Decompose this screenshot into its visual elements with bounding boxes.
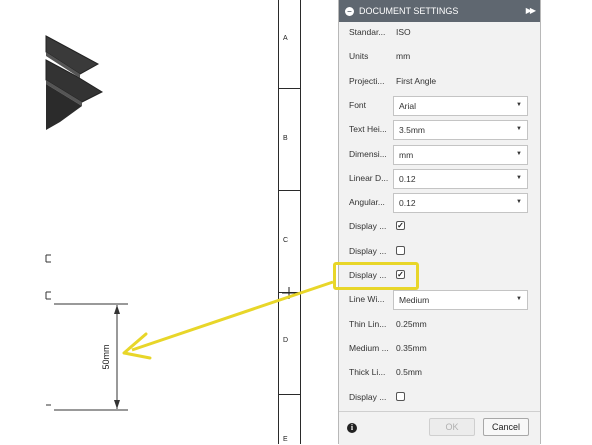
caret-down-icon: ▼: [516, 101, 522, 108]
panel-footer: i OK Cancel: [339, 411, 540, 445]
dropdown-value: Medium: [399, 295, 430, 306]
sheet-border-outer: [300, 0, 301, 444]
setting-label: Units: [349, 51, 369, 62]
setting-value: ISO: [396, 27, 411, 37]
center-mark: [282, 287, 302, 299]
caret-down-icon: ▼: [516, 150, 522, 157]
setting-checkbox[interactable]: [396, 245, 405, 255]
settings-row: Linear D... 0.12 ▼: [349, 168, 533, 189]
checkmark-icon: ✓: [397, 221, 404, 231]
dropdown-value: 0.12: [399, 173, 416, 184]
dropdown-value: 0.12: [399, 198, 416, 209]
setting-dropdown[interactable]: Arial ▼: [393, 95, 528, 116]
setting-label: Line Wi...: [349, 294, 385, 305]
setting-dropdown[interactable]: 0.12 ▼: [393, 193, 528, 214]
dropdown-value: Arial: [399, 100, 417, 111]
collapse-icon[interactable]: –: [345, 6, 354, 16]
settings-row: Projecti... First Angle: [349, 72, 533, 92]
settings-row: Standar... ISO: [349, 23, 533, 43]
model-view: [45, 35, 104, 130]
dropdown-value: 3.5mm: [399, 125, 425, 136]
settings-row: Thin Lin... 0.25mm: [349, 315, 533, 335]
caret-down-icon: ▼: [516, 296, 522, 303]
caret-down-icon: ▼: [516, 126, 522, 133]
dropdown-value: mm: [399, 149, 414, 160]
setting-label: Dimensi...: [349, 148, 387, 159]
zone-label-d: D: [283, 337, 289, 344]
setting-label: Font: [349, 99, 367, 110]
setting-value: 0.35mm: [396, 342, 427, 353]
setting-label: Projecti...: [349, 75, 385, 86]
caret-down-icon: ▼: [516, 199, 522, 206]
panel-title: DOCUMENT SETTINGS: [359, 6, 459, 16]
setting-value: mm: [396, 51, 411, 62]
setting-label: Thick Li...: [349, 367, 386, 378]
zone-label-b: B: [283, 135, 288, 142]
setting-dropdown[interactable]: mm ▼: [393, 144, 528, 165]
settings-row: Display ...: [349, 388, 533, 408]
settings-row: Text Hei... 3.5mm ▼: [349, 120, 533, 141]
zone-label-c: C: [283, 237, 289, 244]
setting-dropdown[interactable]: 0.12 ▼: [393, 168, 528, 189]
setting-dropdown[interactable]: 3.5mm ▼: [393, 120, 528, 141]
right-margin: [541, 0, 592, 444]
setting-value: 0.25mm: [396, 318, 427, 329]
settings-row: Angular... 0.12 ▼: [349, 193, 533, 214]
setting-checkbox[interactable]: ✓: [396, 221, 405, 231]
setting-checkbox[interactable]: [396, 391, 405, 401]
zone-tick: [278, 88, 300, 89]
setting-label: Angular...: [349, 197, 385, 208]
settings-row: Display ... ✓: [349, 217, 533, 237]
settings-row: Medium ... 0.35mm: [349, 339, 533, 359]
zone-label-a: A: [283, 35, 288, 42]
setting-dropdown[interactable]: Medium ▼: [393, 290, 528, 311]
ok-button[interactable]: OK: [429, 418, 475, 436]
highlight-box: [333, 262, 419, 290]
setting-label: Display ...: [349, 391, 387, 402]
setting-label: Text Hei...: [349, 124, 387, 135]
caret-down-icon: ▼: [516, 174, 522, 181]
setting-label: Standar...: [349, 27, 386, 37]
double-chevron-right-icon[interactable]: ▶▶: [526, 6, 536, 15]
settings-row: Display ...: [349, 242, 533, 262]
setting-label: Display ...: [349, 221, 387, 232]
panel-header[interactable]: – DOCUMENT SETTINGS ▶▶: [339, 0, 540, 22]
dimension-text: 50mm: [101, 344, 111, 370]
setting-value: First Angle: [396, 75, 437, 86]
cancel-button[interactable]: Cancel: [483, 418, 529, 436]
settings-row: Font Arial ▼: [349, 95, 533, 116]
setting-value: 0.5mm: [396, 367, 422, 378]
sheet-border-inner: [278, 0, 279, 444]
zone-tick: [278, 394, 300, 395]
dimension-50mm: [54, 303, 128, 411]
settings-row: Line Wi... Medium ▼: [349, 290, 533, 311]
settings-row: Thick Li... 0.5mm: [349, 363, 533, 383]
setting-label: Thin Lin...: [349, 318, 387, 329]
zone-label-e: E: [283, 436, 288, 443]
zone-tick: [278, 190, 300, 191]
setting-label: Medium ...: [349, 342, 389, 353]
settings-row: Units mm: [349, 47, 533, 67]
setting-label: Linear D...: [349, 172, 389, 183]
setting-label: Display ...: [349, 245, 387, 256]
settings-row: Dimensi... mm ▼: [349, 144, 533, 165]
info-icon[interactable]: i: [347, 423, 357, 433]
document-settings-panel: – DOCUMENT SETTINGS ▶▶ Standar... ISO Unit…: [338, 0, 541, 445]
